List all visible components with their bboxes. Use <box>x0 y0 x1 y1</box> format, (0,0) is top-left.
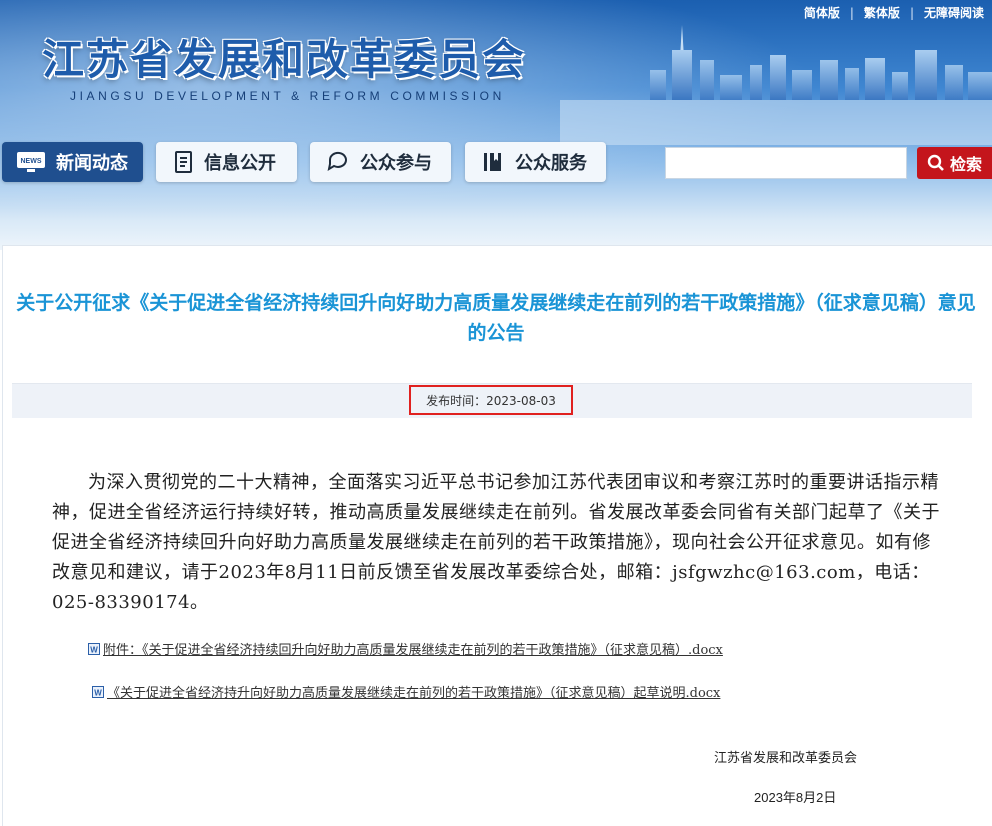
svg-text:NEWS: NEWS <box>21 158 42 165</box>
nav-participation-label: 公众参与 <box>360 153 432 174</box>
chat-icon <box>327 151 347 172</box>
search-button[interactable]: 检索 <box>917 147 992 179</box>
search-icon <box>927 154 944 171</box>
link-accessibility[interactable]: 无障碍阅读 <box>916 6 992 20</box>
book-icon <box>484 153 501 171</box>
document-icon <box>175 151 192 173</box>
docx-file-icon: W <box>92 685 104 698</box>
nav-news[interactable]: NEWS 新闻动态 <box>2 142 143 182</box>
signature-date: 2023年8月2日 <box>754 790 837 805</box>
svg-text:W: W <box>90 645 98 654</box>
nav-info-label: 信息公开 <box>204 153 276 174</box>
top-links: 简体版 | 繁体版 | 无障碍阅读 <box>796 4 992 21</box>
nav-info-disclosure[interactable]: 信息公开 <box>156 142 297 182</box>
search-input[interactable] <box>665 147 907 179</box>
attachment-link-1[interactable]: W 附件：《关于促进全省经济持续回升向好助力高质量发展继续走在前列的若干政策措施… <box>88 639 723 658</box>
docx-file-icon: W <box>88 642 100 655</box>
attachment-link-2[interactable]: W 《关于促进全省经济持升向好助力高质量发展继续走在前列的若干政策措施》（征求意… <box>92 682 720 701</box>
nav-news-label: 新闻动态 <box>56 153 128 174</box>
city-skyline-banner <box>560 25 992 145</box>
article-title: 关于公开征求《关于促进全省经济持续回升向好助力高质量发展继续走在前列的若干政策措… <box>16 292 976 344</box>
link-simplified[interactable]: 简体版 <box>796 6 848 20</box>
nav-public-participation[interactable]: 公众参与 <box>310 142 451 182</box>
attachment-link-1-label: 附件：《关于促进全省经济持续回升向好助力高质量发展继续走在前列的若干政策措施》（… <box>103 643 723 658</box>
search-button-label: 检索 <box>949 155 982 174</box>
svg-text:W: W <box>94 688 102 697</box>
signature-org: 江苏省发展和改革委员会 <box>714 750 858 765</box>
nav-service-label: 公众服务 <box>515 153 587 174</box>
publish-date: 发布时间：2023-08-03 <box>409 385 573 415</box>
nav-public-service[interactable]: 公众服务 <box>465 142 606 182</box>
site-logo-english: JIANGSU DEVELOPMENT & REFORM COMMISSION <box>70 89 505 103</box>
attachment-link-2-label: 《关于促进全省经济持升向好助力高质量发展继续走在前列的若干政策措施》（征求意见稿… <box>107 686 721 701</box>
site-header: 简体版 | 繁体版 | 无障碍阅读 江苏省发展和改革委员会 JIANGSU DEVELO… <box>0 0 992 250</box>
link-traditional[interactable]: 繁体版 <box>856 6 908 20</box>
article-body: 为深入贯彻党的二十大精神，全面落实习近平总书记参加江苏代表团审议和考察江苏时的重… <box>52 472 940 613</box>
site-logo-chinese[interactable]: 江苏省发展和改革委员会 <box>42 26 526 87</box>
news-icon: NEWS <box>17 152 45 172</box>
